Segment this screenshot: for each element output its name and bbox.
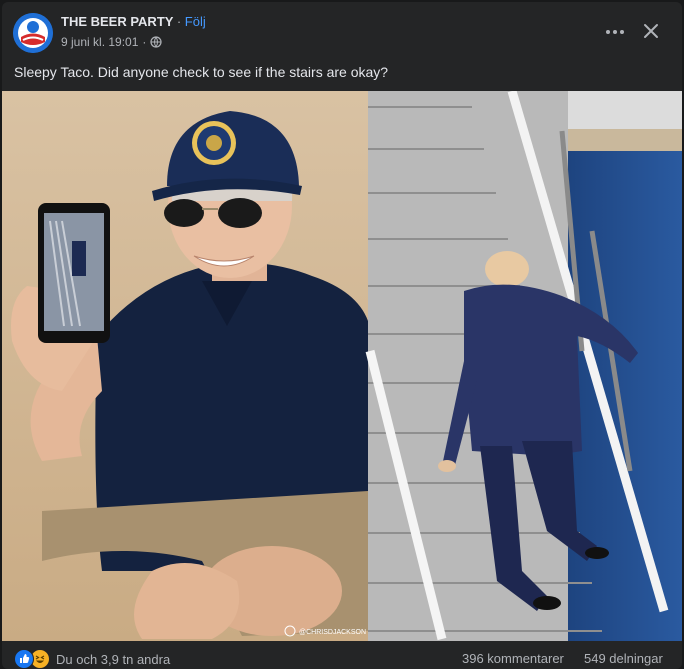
- page-name-link[interactable]: THE BEER PARTY: [61, 14, 173, 29]
- beer-party-logo-icon: [13, 13, 53, 53]
- meta-separator: ·: [142, 35, 147, 49]
- more-options-button[interactable]: [600, 18, 630, 46]
- like-icon: [14, 649, 34, 669]
- reactions-summary[interactable]: Du och 3,9 tn andra: [14, 649, 170, 669]
- more-icon: [606, 30, 624, 34]
- post-meta: 9 juni kl. 19:01 ·: [61, 35, 162, 49]
- close-icon: [644, 24, 658, 38]
- comments-count-link[interactable]: 396 kommentarer: [462, 651, 564, 666]
- left-photo-beach: @CHRISDJACKSON: [2, 91, 368, 641]
- post-photo-image: @CHRISDJACKSON: [2, 89, 682, 641]
- post-photo[interactable]: @CHRISDJACKSON: [2, 89, 682, 641]
- globe-icon: [150, 36, 162, 48]
- name-separator: ·: [176, 14, 182, 29]
- page-avatar[interactable]: [13, 13, 53, 53]
- post-card: THE BEER PARTY · Följ 9 juni kl. 19:01 ·…: [2, 2, 682, 669]
- follow-button[interactable]: Följ: [185, 14, 206, 29]
- post-timestamp[interactable]: 9 juni kl. 19:01: [61, 35, 138, 49]
- right-photo-stairs: [365, 89, 682, 641]
- post-text: Sleepy Taco. Did anyone check to see if …: [14, 64, 389, 80]
- reactions-count: Du och 3,9 tn andra: [56, 651, 171, 667]
- post-footer: Du och 3,9 tn andra 396 kommentarer 549 …: [2, 647, 682, 669]
- close-button[interactable]: [636, 16, 666, 46]
- page-name-line: THE BEER PARTY · Följ: [61, 14, 206, 29]
- shares-count-link[interactable]: 549 delningar: [584, 651, 663, 666]
- svg-text:@CHRISDJACKSON: @CHRISDJACKSON: [299, 629, 366, 636]
